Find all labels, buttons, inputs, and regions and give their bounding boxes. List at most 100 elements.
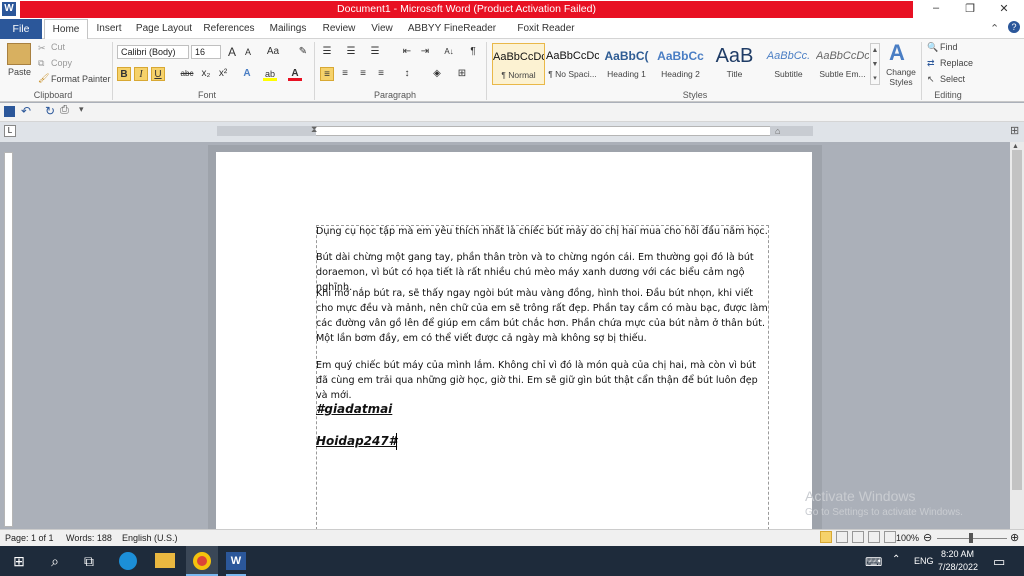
shrink-font-button[interactable]: A (241, 45, 255, 59)
change-styles-button[interactable]: Change Styles (884, 67, 918, 87)
bold-button[interactable]: B (117, 67, 131, 81)
save-icon[interactable] (4, 106, 15, 117)
tab-home[interactable]: Home (44, 19, 88, 39)
up-arrow-icon[interactable]: ⌃ (892, 554, 900, 565)
word-app-icon[interactable]: W (2, 2, 16, 16)
tab-page-layout[interactable]: Page Layout (134, 19, 194, 39)
replace-button[interactable]: Replace (940, 58, 973, 68)
minimize-ribbon-icon[interactable]: ⌃ (990, 22, 999, 35)
style-subtitle[interactable]: AaBbCc. Subtitle (762, 43, 815, 85)
style-no-spacing[interactable]: AaBbCcDc ¶ No Spaci... (546, 43, 599, 85)
scrollbar-thumb[interactable] (1012, 150, 1022, 490)
minimize-button[interactable]: – (922, 2, 950, 17)
format-painter-button[interactable]: Format Painter (51, 74, 111, 84)
customize-qat-icon[interactable]: ▾ (79, 104, 84, 115)
zoom-slider-thumb[interactable] (969, 533, 973, 543)
input-language[interactable]: ENG (914, 556, 934, 566)
align-left-button[interactable]: ≡ (320, 67, 334, 81)
restore-button[interactable]: ❐ (956, 2, 984, 17)
copy-button[interactable]: Copy (51, 58, 72, 68)
paragraph[interactable]: Dụng cụ học tập mà em yêu thích nhất là … (316, 224, 769, 239)
chrome-icon[interactable] (193, 552, 211, 570)
view-ruler-icon[interactable]: ⊞ (1010, 124, 1019, 137)
borders-button[interactable]: ⊞ (455, 67, 469, 81)
close-button[interactable]: ✕ (990, 2, 1018, 17)
paste-button[interactable]: Paste (8, 67, 31, 77)
vertical-ruler[interactable] (4, 152, 13, 527)
subscript-button[interactable]: x₂ (199, 67, 213, 81)
highlight-color-button[interactable]: ab (263, 67, 277, 81)
style-subtle-emphasis[interactable]: AaBbCcDc Subtle Em... (816, 43, 869, 85)
keyboard-icon[interactable]: ⌨ (865, 555, 882, 569)
word-count[interactable]: Words: 188 (66, 533, 112, 543)
language-status[interactable]: English (U.S.) (122, 533, 178, 543)
align-right-button[interactable]: ≡ (356, 67, 370, 81)
font-color-button[interactable]: A (288, 67, 302, 81)
tab-abbyy[interactable]: ABBYY FineReader 11 (404, 19, 500, 54)
align-center-button[interactable]: ≡ (338, 67, 352, 81)
font-size-select[interactable]: 16 (191, 45, 221, 59)
paragraph[interactable]: Em quý chiếc bút máy của mình lắm. Không… (316, 358, 769, 403)
find-button[interactable]: Find (940, 42, 958, 52)
bullets-button[interactable]: ☰ (320, 45, 334, 59)
shading-button[interactable]: ◈ (430, 67, 444, 81)
hashtag-line[interactable]: Hoidap247# (316, 434, 397, 448)
outline-icon[interactable] (868, 531, 880, 543)
select-button[interactable]: Select (940, 74, 965, 84)
strikethrough-button[interactable]: abc (178, 67, 196, 81)
file-explorer-icon[interactable] (155, 553, 175, 568)
text-effects-button[interactable]: A (240, 67, 254, 81)
search-icon[interactable]: ⌕ (44, 550, 66, 572)
clock-date[interactable]: 7/28/2022 (938, 562, 978, 572)
change-case-button[interactable]: Aa (264, 45, 282, 59)
italic-button[interactable]: I (134, 67, 148, 81)
style-heading-2[interactable]: AaBbCc Heading 2 (654, 43, 707, 85)
paste-icon[interactable] (7, 43, 31, 65)
redo-icon[interactable]: ↻ (45, 104, 55, 118)
multilevel-list-button[interactable]: ☰ (368, 45, 382, 59)
word-taskbar-icon[interactable]: W (226, 552, 246, 570)
tab-selector-icon[interactable]: L (4, 125, 16, 137)
style-title[interactable]: AaB Title (708, 43, 761, 85)
tab-file[interactable]: File (0, 19, 42, 39)
increase-indent-button[interactable]: ⇥ (418, 45, 432, 59)
justify-button[interactable]: ≡ (374, 67, 388, 81)
tab-mailings[interactable]: Mailings (264, 19, 312, 39)
decrease-indent-button[interactable]: ⇤ (400, 45, 414, 59)
help-icon[interactable]: ? (1008, 21, 1020, 33)
styles-scroll-icon[interactable]: ▲ ▼ ▾ (870, 43, 880, 85)
hashtag-line[interactable]: #giadatmai (316, 402, 392, 416)
font-family-select[interactable]: Calibri (Body) (117, 45, 189, 59)
numbering-button[interactable]: ☰ (344, 45, 358, 59)
tab-review[interactable]: Review (318, 19, 360, 39)
style-heading-1[interactable]: AaBbC( Heading 1 (600, 43, 653, 85)
scroll-up-icon[interactable]: ▲ (1012, 143, 1019, 150)
underline-button[interactable]: U (151, 67, 165, 81)
print-preview-icon[interactable]: ⎙ (60, 104, 69, 117)
clear-formatting-button[interactable]: ✎ (296, 45, 310, 59)
superscript-button[interactable]: x² (216, 67, 230, 81)
right-indent-icon[interactable]: ⌂ (775, 126, 780, 136)
zoom-in-icon[interactable]: ⊕ (1010, 531, 1019, 544)
line-spacing-button[interactable]: ↕ (400, 67, 414, 81)
style-normal[interactable]: AaBbCcDc ¶ Normal (492, 43, 545, 85)
notification-icon[interactable]: ▭ (993, 554, 1005, 570)
sort-button[interactable]: A↓ (440, 45, 458, 59)
zoom-out-icon[interactable]: ⊖ (923, 531, 932, 544)
grow-font-button[interactable]: A (225, 45, 239, 59)
edge-icon[interactable] (119, 552, 137, 570)
undo-icon[interactable]: ↶ (21, 104, 31, 118)
tab-foxit[interactable]: Foxit Reader PDF (506, 19, 586, 54)
indent-marker-icon[interactable]: ⧗ (311, 124, 317, 135)
clock-time[interactable]: 8:20 AM (941, 549, 974, 559)
full-screen-icon[interactable] (836, 531, 848, 543)
print-layout-icon[interactable] (820, 531, 832, 543)
draft-icon[interactable] (884, 531, 896, 543)
windows-start-icon[interactable]: ⊞ (8, 550, 30, 572)
cut-button[interactable]: Cut (51, 42, 65, 52)
zoom-level[interactable]: 100% (896, 533, 919, 543)
paragraph[interactable]: Khi mở nắp bút ra, sẽ thấy ngay ngòi bút… (316, 286, 769, 346)
show-marks-button[interactable]: ¶ (466, 45, 480, 59)
tab-references[interactable]: References (200, 19, 258, 39)
page-count[interactable]: Page: 1 of 1 (5, 533, 54, 543)
